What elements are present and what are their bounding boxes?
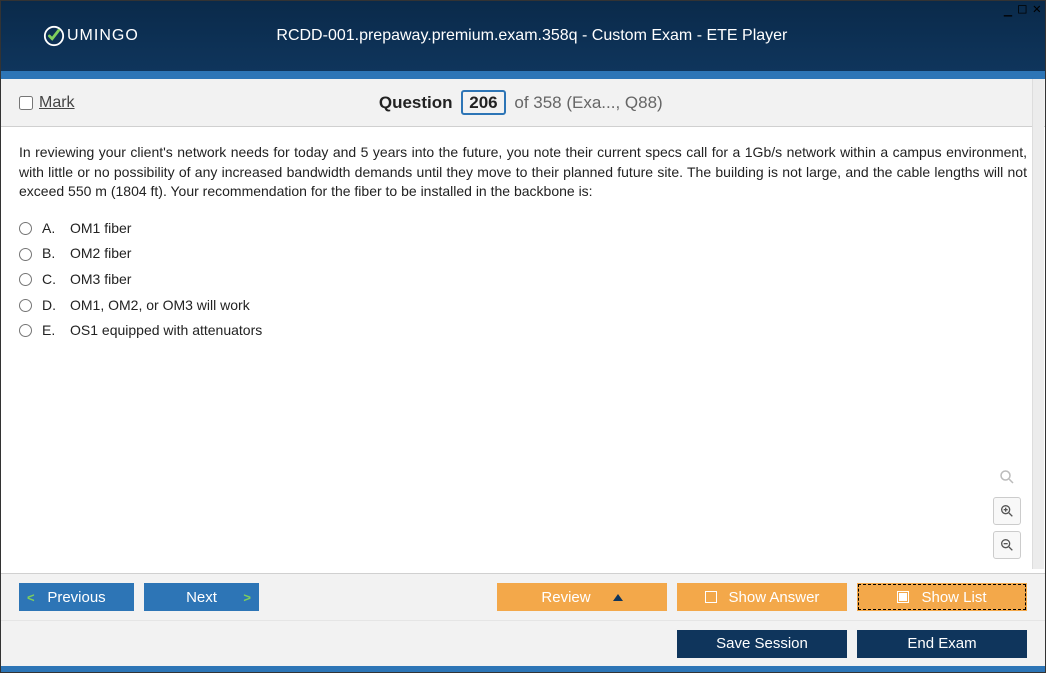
previous-button[interactable]: < Previous [19,583,134,611]
answer-text: OM1 fiber [70,219,131,239]
brand-text: UMINGO [67,27,139,45]
next-label: Next [186,589,217,606]
answer-radio[interactable] [19,324,32,337]
footer-accent-strip [1,666,1045,672]
chevron-left-icon: < [27,590,35,605]
bottom-bar: < Previous Next > Review Show Answer Sho… [1,573,1045,672]
header-bar: UMINGO RCDD-001.prepaway.premium.exam.35… [1,1,1045,71]
nav-row: < Previous Next > Review Show Answer Sho… [1,574,1045,620]
answer-letter: A. [42,219,60,239]
answer-option[interactable]: A. OM1 fiber [19,216,1027,242]
previous-label: Previous [47,589,105,606]
question-indicator: Question 206 of 358 (Exa..., Q88) [75,93,967,113]
question-info-bar: Mark Question 206 of 358 (Exa..., Q88) [1,79,1045,127]
question-total: of 358 (Exa..., Q88) [514,93,662,112]
question-content: In reviewing your client's network needs… [1,127,1045,567]
show-list-button[interactable]: Show List [857,583,1027,611]
answer-letter: D. [42,296,60,316]
checkbox-empty-icon [705,591,717,603]
question-label: Question [379,93,453,112]
answer-option[interactable]: C. OM3 fiber [19,267,1027,293]
question-text: In reviewing your client's network needs… [19,143,1027,202]
end-exam-button[interactable]: End Exam [857,630,1027,658]
answer-option[interactable]: D. OM1, OM2, or OM3 will work [19,293,1027,319]
mark-checkbox-wrap[interactable]: Mark [19,94,75,112]
mark-checkbox[interactable] [19,96,33,110]
answer-text: OS1 equipped with attenuators [70,321,262,341]
minimize-icon[interactable]: _ [1004,1,1012,17]
show-answer-label: Show Answer [729,589,820,606]
save-session-button[interactable]: Save Session [677,630,847,658]
answer-letter: B. [42,244,60,264]
brand-logo: UMINGO [43,25,139,47]
session-row: Save Session End Exam [1,620,1045,666]
zoom-controls [993,463,1021,559]
answer-text: OM2 fiber [70,244,131,264]
next-button[interactable]: Next > [144,583,259,611]
answer-radio[interactable] [19,299,32,312]
magnifier-icon[interactable] [993,463,1021,491]
answer-letter: E. [42,321,60,341]
answer-text: OM3 fiber [70,270,131,290]
maximize-icon[interactable]: □ [1018,1,1026,17]
answer-text: OM1, OM2, or OM3 will work [70,296,250,316]
answers-list: A. OM1 fiber B. OM2 fiber C. OM3 fiber D. OM1, … [19,216,1027,344]
save-session-label: Save Session [716,635,808,652]
review-button[interactable]: Review [497,583,667,611]
window-controls: _ □ ✕ [1004,1,1041,17]
answer-radio[interactable] [19,248,32,261]
review-label: Review [541,589,590,606]
answer-letter: C. [42,270,60,290]
show-answer-button[interactable]: Show Answer [677,583,847,611]
end-exam-label: End Exam [907,635,976,652]
checkbox-filled-icon [897,591,909,603]
mark-label[interactable]: Mark [39,94,75,112]
question-number: 206 [461,90,505,115]
zoom-out-button[interactable] [993,531,1021,559]
close-icon[interactable]: ✕ [1033,1,1041,17]
answer-option[interactable]: B. OM2 fiber [19,241,1027,267]
answer-radio[interactable] [19,222,32,235]
answer-option[interactable]: E. OS1 equipped with attenuators [19,318,1027,344]
header-accent-strip [1,71,1045,79]
checkmark-icon [43,25,65,47]
scrollbar[interactable] [1032,79,1044,569]
zoom-in-button[interactable] [993,497,1021,525]
show-list-label: Show List [921,589,986,606]
app-title: RCDD-001.prepaway.premium.exam.358q - Cu… [139,27,925,45]
answer-radio[interactable] [19,273,32,286]
app-window: _ □ ✕ UMINGO RCDD-001.prepaway.premium.e… [0,0,1046,673]
chevron-right-icon: > [243,590,251,605]
triangle-up-icon [613,594,623,601]
